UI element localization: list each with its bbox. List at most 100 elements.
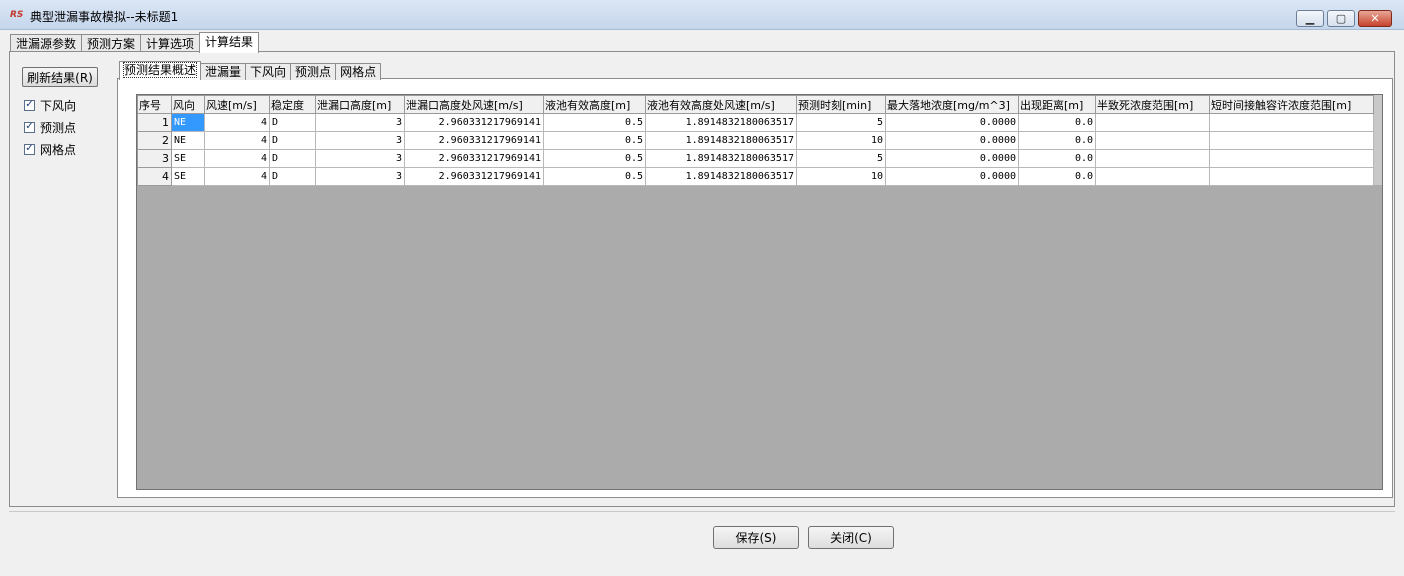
table-cell[interactable]: D [269, 167, 316, 186]
table-cell[interactable]: 2.960331217969141 [404, 167, 544, 186]
col-header[interactable]: 液池有效高度处风速[m/s] [645, 95, 797, 114]
close-window-button[interactable]: ✕ [1358, 10, 1392, 27]
table-header-row: 序号 风向 风速[m/s] 稳定度 泄漏口高度[m] 泄漏口高度处风速[m/s]… [137, 95, 1374, 114]
col-header[interactable]: 出现距离[m] [1018, 95, 1096, 114]
col-header[interactable]: 短时间接触容许浓度范围[m] [1209, 95, 1374, 114]
table-cell[interactable]: 0.5 [543, 113, 646, 132]
checkbox-downwind-label: 下风向 [40, 98, 77, 113]
results-grid[interactable]: 序号 风向 风速[m/s] 稳定度 泄漏口高度[m] 泄漏口高度处风速[m/s]… [136, 94, 1383, 490]
table-cell[interactable]: 0.0 [1018, 113, 1096, 132]
sub-tab-strip: 预测结果概述 泄漏量 下风向 预测点 网格点 [119, 61, 382, 80]
table-cell[interactable] [1095, 131, 1210, 150]
checkbox-prediction-point[interactable]: ✓ 预测点 [24, 119, 76, 135]
table-cell[interactable]: D [269, 131, 316, 150]
minimize-icon: ▁ [1305, 12, 1315, 25]
subtab-grid-points[interactable]: 网格点 [335, 63, 382, 80]
main-tab-strip: 泄漏源参数 预测方案 计算选项 计算结果 [10, 32, 260, 53]
table-cell[interactable]: 0.0 [1018, 149, 1096, 168]
table-cell[interactable]: NE [171, 113, 205, 132]
maximize-button[interactable]: ▢ [1327, 10, 1355, 27]
table-cell[interactable]: 5 [796, 149, 886, 168]
table-cell[interactable]: 1.8914832180063517 [645, 167, 797, 186]
table-cell[interactable]: 10 [796, 131, 886, 150]
checkbox-check-icon: ✓ [24, 99, 35, 111]
row-number[interactable]: 1 [137, 113, 172, 132]
grid-scrollbar[interactable] [1374, 95, 1382, 185]
save-button[interactable]: 保存(S) [713, 526, 799, 549]
col-header[interactable]: 风速[m/s] [204, 95, 270, 114]
col-header[interactable]: 最大落地浓度[mg/m^3] [885, 95, 1019, 114]
table-cell[interactable]: SE [171, 149, 205, 168]
row-number[interactable]: 4 [137, 167, 172, 186]
subtab-summary[interactable]: 预测结果概述 [119, 61, 202, 80]
checkbox-prediction-point-label: 预测点 [40, 120, 77, 135]
table-cell[interactable]: 0.0000 [885, 167, 1019, 186]
subtab-summary-label: 预测结果概述 [122, 62, 198, 78]
checkbox-check-icon: ✓ [24, 143, 35, 155]
table-cell[interactable]: 0.0 [1018, 131, 1096, 150]
table-cell[interactable]: 5 [796, 113, 886, 132]
col-header[interactable]: 泄漏口高度[m] [315, 95, 405, 114]
results-table: 序号 风向 风速[m/s] 稳定度 泄漏口高度[m] 泄漏口高度处风速[m/s]… [137, 95, 1374, 186]
table-cell[interactable]: 0.0 [1018, 167, 1096, 186]
table-cell[interactable]: D [269, 113, 316, 132]
checkbox-grid-point-label: 网格点 [40, 142, 77, 157]
table-cell[interactable]: 1.8914832180063517 [645, 149, 797, 168]
table-cell[interactable]: 0.5 [543, 167, 646, 186]
app-logo-icon: RS [10, 10, 24, 20]
table-cell[interactable]: 3 [315, 149, 405, 168]
col-header[interactable]: 稳定度 [269, 95, 316, 114]
table-row: 2 NE 4 D 3 2.960331217969141 0.5 1.89148… [137, 131, 1374, 150]
minimize-button[interactable]: ▁ [1296, 10, 1324, 27]
checkbox-check-icon: ✓ [24, 121, 35, 133]
col-header[interactable]: 半致死浓度范围[m] [1095, 95, 1210, 114]
col-header[interactable]: 风向 [171, 95, 205, 114]
col-header[interactable]: 液池有效高度[m] [543, 95, 646, 114]
table-cell[interactable] [1095, 149, 1210, 168]
table-cell[interactable]: 0.5 [543, 131, 646, 150]
checkbox-downwind[interactable]: ✓ 下风向 [24, 97, 76, 113]
row-number[interactable]: 2 [137, 131, 172, 150]
table-cell[interactable]: SE [171, 167, 205, 186]
table-cell[interactable]: 0.0000 [885, 131, 1019, 150]
table-cell[interactable]: 1.8914832180063517 [645, 113, 797, 132]
table-cell[interactable]: 3 [315, 131, 405, 150]
subtab-leak-amount[interactable]: 泄漏量 [200, 63, 247, 80]
table-cell[interactable]: 0.0000 [885, 113, 1019, 132]
table-cell[interactable] [1095, 167, 1210, 186]
table-cell[interactable]: 1.8914832180063517 [645, 131, 797, 150]
table-cell[interactable]: 2.960331217969141 [404, 149, 544, 168]
table-cell[interactable]: 2.960331217969141 [404, 131, 544, 150]
tab-calc-results[interactable]: 计算结果 [199, 32, 260, 53]
table-cell[interactable]: 10 [796, 167, 886, 186]
table-cell[interactable] [1209, 167, 1374, 186]
col-header[interactable]: 序号 [137, 95, 172, 114]
table-cell[interactable]: 0.5 [543, 149, 646, 168]
window-title: 典型泄漏事故模拟--未标题1 [30, 10, 179, 24]
subtab-prediction-points[interactable]: 预测点 [290, 63, 337, 80]
subtab-downwind[interactable]: 下风向 [245, 63, 292, 80]
table-cell[interactable]: 4 [204, 113, 270, 132]
checkbox-grid-point[interactable]: ✓ 网格点 [24, 141, 76, 157]
table-cell[interactable]: 2.960331217969141 [404, 113, 544, 132]
table-cell[interactable] [1209, 131, 1374, 150]
table-cell[interactable]: 3 [315, 167, 405, 186]
divider [9, 511, 1395, 512]
close-button[interactable]: 关闭(C) [808, 526, 894, 549]
table-cell[interactable] [1095, 113, 1210, 132]
refresh-results-button[interactable]: 刷新结果(R) [22, 67, 98, 87]
col-header[interactable]: 泄漏口高度处风速[m/s] [404, 95, 544, 114]
col-header[interactable]: 预测时刻[min] [796, 95, 886, 114]
table-cell[interactable]: D [269, 149, 316, 168]
table-cell[interactable] [1209, 113, 1374, 132]
table-cell[interactable]: 0.0000 [885, 149, 1019, 168]
title-bar: RS 典型泄漏事故模拟--未标题1 ▁ ▢ ✕ [0, 0, 1404, 30]
table-row: 4 SE 4 D 3 2.960331217969141 0.5 1.89148… [137, 167, 1374, 186]
table-cell[interactable]: 3 [315, 113, 405, 132]
table-cell[interactable]: 4 [204, 167, 270, 186]
table-cell[interactable]: 4 [204, 131, 270, 150]
table-cell[interactable] [1209, 149, 1374, 168]
table-cell[interactable]: 4 [204, 149, 270, 168]
row-number[interactable]: 3 [137, 149, 172, 168]
table-cell[interactable]: NE [171, 131, 205, 150]
